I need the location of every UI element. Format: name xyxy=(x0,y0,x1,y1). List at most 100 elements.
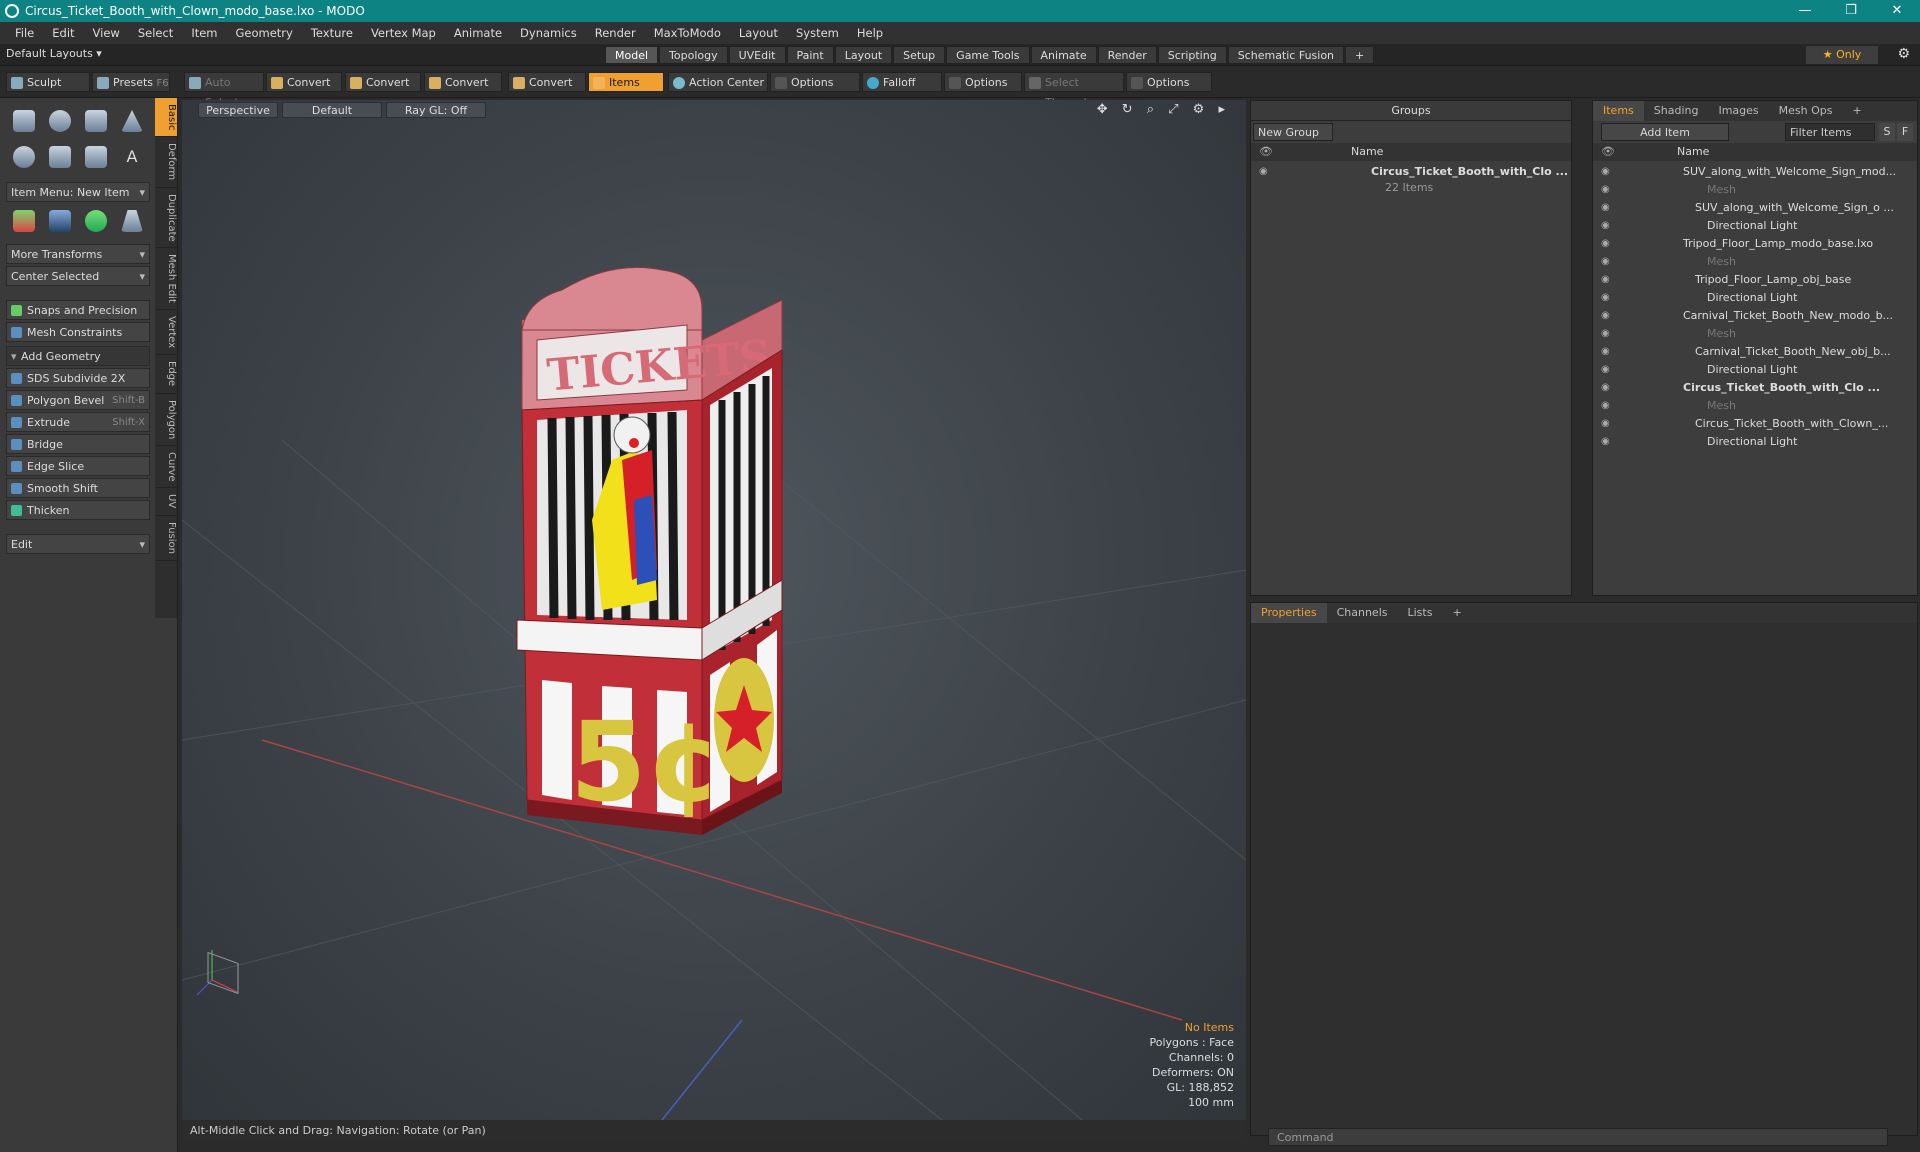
menu-system[interactable]: System xyxy=(787,26,848,40)
item-menu-dropdown[interactable]: Item Menu: New Item xyxy=(6,182,150,203)
visibility-eye-icon[interactable]: ◉ xyxy=(1601,181,1610,199)
vtab-deform[interactable]: Deform xyxy=(155,137,177,188)
vtab-polygon[interactable]: Polygon xyxy=(155,394,177,446)
tab-animate[interactable]: Animate xyxy=(1030,46,1097,64)
menu-dynamics[interactable]: Dynamics xyxy=(511,26,586,40)
visibility-eye-icon[interactable]: ◉ xyxy=(1601,163,1610,181)
presets-button[interactable]: Presets F6 xyxy=(92,72,170,92)
item-row[interactable]: ◉ Directional Light xyxy=(1593,217,1917,235)
visibility-eye-icon[interactable]: ◉ xyxy=(1601,235,1610,253)
item-row[interactable]: ◉ Tripod_Floor_Lamp_modo_base.lxo xyxy=(1593,235,1917,253)
menu-item[interactable]: Item xyxy=(182,26,226,40)
close-button[interactable]: ✕ xyxy=(1874,0,1920,22)
tab-shading[interactable]: Shading xyxy=(1644,101,1709,121)
menu-animate[interactable]: Animate xyxy=(445,26,511,40)
3d-viewport[interactable]: Perspective Default Ray GL: Off ✥ ↻ ⌕ ⤢ … xyxy=(182,100,1246,1120)
convert-button-4[interactable]: Convert xyxy=(508,72,586,92)
item-row[interactable]: ◉ Carnival_Ticket_Booth_New_obj_b... xyxy=(1593,343,1917,361)
select-options-button[interactable]: Options xyxy=(1126,72,1212,92)
item-row[interactable]: ◉ Circus_Ticket_Booth_with_Clo ... xyxy=(1593,379,1917,397)
visibility-eye-icon[interactable]: ◉ xyxy=(1601,415,1610,433)
mesh-constraints-button[interactable]: Mesh Constraints xyxy=(6,322,150,342)
filter-f-button[interactable]: F xyxy=(1897,123,1913,141)
item-row[interactable]: ◉ Carnival_Ticket_Booth_New_modo_b... xyxy=(1593,307,1917,325)
item-row[interactable]: ◉ Directional Light xyxy=(1593,433,1917,451)
convert-button-2[interactable]: Convert xyxy=(345,72,421,92)
tab-items[interactable]: Items xyxy=(1593,101,1644,121)
falloff-options-button[interactable]: Options xyxy=(944,72,1022,92)
tab-channels[interactable]: Channels xyxy=(1327,603,1398,623)
rotate-icon[interactable] xyxy=(85,210,107,232)
vtab-uv[interactable]: UV xyxy=(155,488,177,516)
menu-help[interactable]: Help xyxy=(848,26,892,40)
menu-layout[interactable]: Layout xyxy=(730,26,787,40)
item-row[interactable]: ◉ Mesh xyxy=(1593,181,1917,199)
tab-properties[interactable]: Properties xyxy=(1251,603,1327,623)
add-panel-tab-button[interactable]: + xyxy=(1843,101,1872,121)
item-row[interactable]: ◉ Mesh xyxy=(1593,325,1917,343)
visibility-eye-icon[interactable]: ◉ xyxy=(1601,397,1610,415)
tool-bridge[interactable]: Bridge xyxy=(6,434,150,454)
tab-topology[interactable]: Topology xyxy=(659,46,728,64)
tab-mesh-ops[interactable]: Mesh Ops xyxy=(1769,101,1843,121)
maximize-button[interactable]: ❐ xyxy=(1828,0,1874,22)
capsule-icon[interactable] xyxy=(49,146,71,168)
menu-select[interactable]: Select xyxy=(129,26,182,40)
visibility-eye-icon[interactable]: ◉ xyxy=(1601,325,1610,343)
center-selected-dropdown[interactable]: Center Selected xyxy=(6,266,150,287)
more-transforms-dropdown[interactable]: More Transforms xyxy=(6,244,150,265)
item-row[interactable]: ◉ Circus_Ticket_Booth_with_Clown_... xyxy=(1593,415,1917,433)
snaps-precision-button[interactable]: Snaps and Precision xyxy=(6,300,150,320)
vtab-vertex[interactable]: Vertex xyxy=(155,310,177,356)
add-geometry-header[interactable]: ▾ Add Geometry xyxy=(6,346,150,366)
tab-game-tools[interactable]: Game Tools xyxy=(946,46,1030,64)
tool-thicken[interactable]: Thicken xyxy=(6,500,150,520)
tab-scripting[interactable]: Scripting xyxy=(1157,46,1227,64)
vtab-duplicate[interactable]: Duplicate xyxy=(155,188,177,249)
menu-geometry[interactable]: Geometry xyxy=(227,26,302,40)
item-row[interactable]: ◉ Mesh xyxy=(1593,253,1917,271)
only-toggle[interactable]: ★ Only xyxy=(1806,46,1878,64)
visibility-eye-icon[interactable]: ◉ xyxy=(1601,271,1610,289)
tab-paint[interactable]: Paint xyxy=(786,46,834,64)
visibility-eye-icon[interactable]: ◉ xyxy=(1601,289,1610,307)
tab-uvedit[interactable]: UVEdit xyxy=(728,46,786,64)
text-icon[interactable]: A xyxy=(121,146,143,168)
cone-icon[interactable] xyxy=(121,110,143,132)
cylinder-icon[interactable] xyxy=(85,110,107,132)
tool-sds-subdivide[interactable]: SDS Subdivide 2X xyxy=(6,368,150,388)
visibility-eye-icon[interactable]: ◉ xyxy=(1601,379,1610,397)
convert-button-1[interactable]: Convert xyxy=(266,72,342,92)
tool-polygon-bevel[interactable]: Polygon Bevel Shift-B xyxy=(6,390,150,410)
vtab-basic[interactable]: Basic xyxy=(155,98,177,138)
visibility-eye-icon[interactable]: ◉ xyxy=(1601,217,1610,235)
visibility-eye-icon[interactable]: ◉ xyxy=(1601,343,1610,361)
tab-images[interactable]: Images xyxy=(1708,101,1768,121)
add-tab-button[interactable]: + xyxy=(1345,46,1375,64)
tab-model[interactable]: Model xyxy=(605,46,659,64)
default-layouts-dropdown[interactable]: Default Layouts ▾ xyxy=(6,47,102,60)
new-group-button[interactable]: New Group xyxy=(1253,123,1333,141)
tab-lists[interactable]: Lists xyxy=(1398,603,1443,623)
visibility-eye-icon[interactable]: ◉ xyxy=(1601,307,1610,325)
menu-render[interactable]: Render xyxy=(586,26,645,40)
vtab-curve[interactable]: Curve xyxy=(155,446,177,489)
minimize-button[interactable]: — xyxy=(1782,0,1828,22)
sculpt-button[interactable]: Sculpt xyxy=(6,72,90,92)
add-properties-tab-button[interactable]: + xyxy=(1442,603,1471,623)
tool-extrude[interactable]: Extrude Shift-X xyxy=(6,412,150,432)
visibility-eye-icon[interactable]: ◉ xyxy=(1259,163,1268,181)
tool-edge-slice[interactable]: Edge Slice xyxy=(6,456,150,476)
add-item-button[interactable]: Add Item xyxy=(1601,123,1729,141)
tool-smooth-shift[interactable]: Smooth Shift xyxy=(6,478,150,498)
tab-render[interactable]: Render xyxy=(1097,46,1157,64)
convert-button-3[interactable]: Convert xyxy=(424,72,502,92)
menu-texture[interactable]: Texture xyxy=(302,26,362,40)
vtab-mesh-edit[interactable]: Mesh Edit xyxy=(155,248,177,311)
item-row[interactable]: ◉ Mesh xyxy=(1593,397,1917,415)
auto-select-button[interactable]: Auto Select xyxy=(184,72,264,109)
tab-schematic-fusion[interactable]: Schematic Fusion xyxy=(1227,46,1345,64)
pen-icon[interactable] xyxy=(85,146,107,168)
tab-setup[interactable]: Setup xyxy=(893,46,946,64)
vtab-edge[interactable]: Edge xyxy=(155,355,177,394)
